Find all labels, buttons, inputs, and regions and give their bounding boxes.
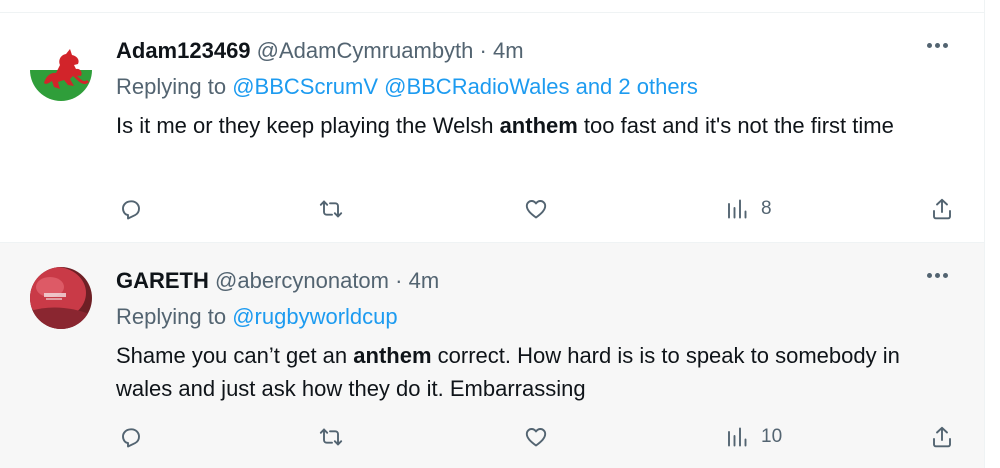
retweet-icon	[319, 200, 343, 218]
welsh-flag-avatar-image	[30, 39, 92, 101]
more-horizontal-icon	[927, 43, 932, 48]
user-handle[interactable]: @AdamCymruambyth	[257, 38, 474, 63]
tweet[interactable]: GARETH @abercynonatom · 4m Replying to @…	[0, 243, 984, 468]
retweet-button[interactable]	[319, 423, 343, 451]
separator: ·	[479, 38, 487, 63]
views-icon	[728, 427, 747, 447]
share-icon	[933, 198, 951, 220]
right-border	[984, 0, 985, 468]
separator: ·	[395, 268, 403, 293]
replying-prefix: Replying to	[116, 74, 227, 99]
reply-button[interactable]	[119, 195, 143, 223]
tweet-header: Adam123469 @AdamCymruambyth · 4m	[116, 37, 524, 65]
views-count: 8	[761, 198, 772, 219]
tweet[interactable]: Adam123469 @AdamCymruambyth · 4m Replyin…	[0, 13, 984, 243]
replying-to: Replying to @BBCScrumV @BBCRadioWales an…	[116, 73, 698, 101]
retweet-button[interactable]	[319, 195, 343, 223]
share-icon	[933, 426, 951, 448]
tweet-actions: 10	[0, 423, 984, 451]
like-button[interactable]	[524, 423, 548, 451]
more-options-button[interactable]	[927, 43, 953, 55]
tweet-text: Is it me or they keep playing the Welsh …	[116, 109, 936, 142]
highlighted-keyword: anthem	[499, 113, 578, 138]
heart-icon	[525, 200, 547, 219]
tweet-text: Shame you can’t get an anthem correct. H…	[116, 339, 936, 405]
highlighted-keyword: anthem	[353, 343, 432, 368]
views-button[interactable]: 10	[725, 423, 782, 451]
reply-icon	[122, 200, 140, 220]
tweet-header: GARETH @abercynonatom · 4m	[116, 267, 439, 295]
user-handle[interactable]: @abercynonatom	[215, 268, 389, 293]
more-options-button[interactable]	[927, 273, 953, 285]
heart-icon	[525, 428, 547, 447]
tweet-actions: 8	[0, 195, 984, 223]
avatar[interactable]	[30, 39, 92, 101]
retweet-icon	[319, 428, 343, 446]
reply-button[interactable]	[119, 423, 143, 451]
replying-mentions[interactable]: @rugbyworldcup	[232, 304, 397, 329]
timestamp[interactable]: 4m	[409, 268, 440, 293]
replying-prefix: Replying to	[116, 304, 227, 329]
views-count: 10	[761, 426, 783, 447]
tweet-text-part: Is it me or they keep playing the Welsh	[116, 113, 500, 138]
tweet-text-part: too fast and it's not the first time	[577, 113, 894, 138]
tweet-text-part: Shame you can’t get an	[116, 343, 354, 368]
like-button[interactable]	[524, 195, 548, 223]
avatar[interactable]	[30, 267, 92, 329]
views-icon	[728, 199, 747, 219]
replying-mentions[interactable]: @BBCScrumV @BBCRadioWales and 2 others	[232, 74, 698, 99]
views-button[interactable]: 8	[725, 195, 772, 223]
red-cap-avatar-image	[30, 267, 92, 329]
more-horizontal-icon	[927, 273, 932, 278]
replying-to: Replying to @rugbyworldcup	[116, 303, 398, 331]
share-button[interactable]	[930, 423, 954, 451]
share-button[interactable]	[930, 195, 954, 223]
display-name[interactable]: GARETH	[116, 268, 209, 293]
top-divider	[0, 0, 985, 13]
timestamp[interactable]: 4m	[493, 38, 524, 63]
display-name[interactable]: Adam123469	[116, 38, 251, 63]
reply-icon	[122, 428, 140, 448]
